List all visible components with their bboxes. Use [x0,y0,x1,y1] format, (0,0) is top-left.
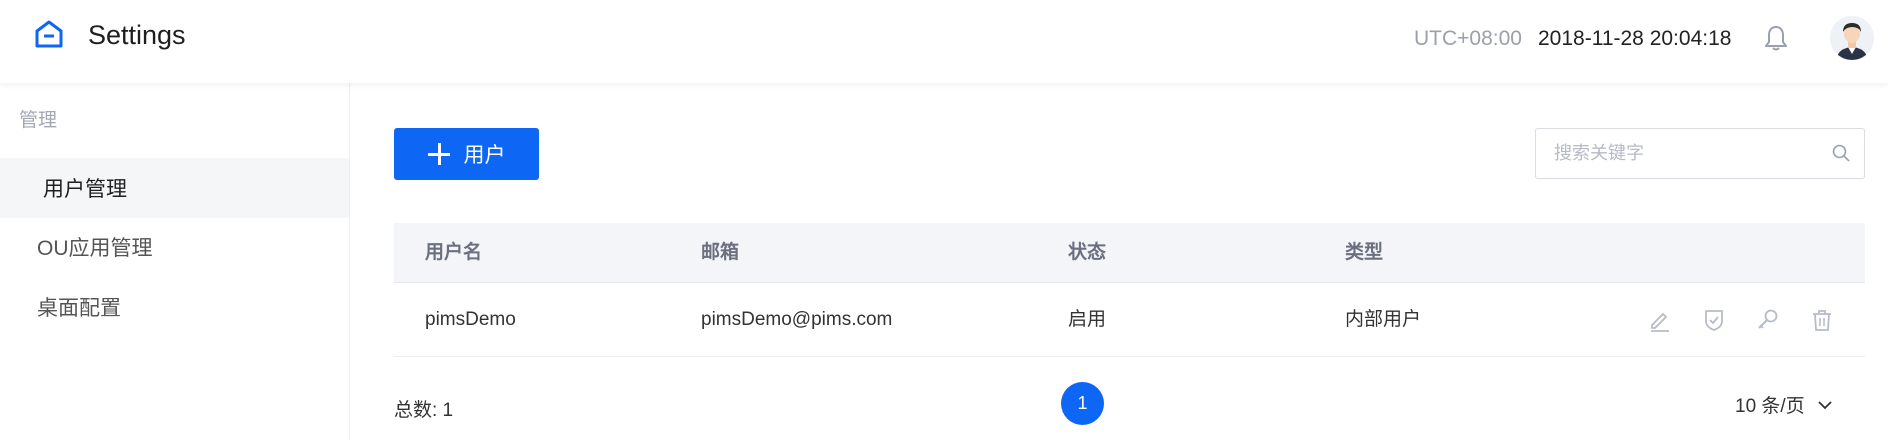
avatar-icon [1830,16,1874,60]
search-box [1535,128,1865,179]
page-size-select[interactable]: 10 条/页 [1735,391,1833,418]
total-count: 总数: 1 [394,400,454,421]
page-button-current[interactable]: 1 [1061,382,1104,425]
column-header-type: 类型 [1345,242,1384,263]
chevron-down-icon [1818,400,1832,409]
bell-icon[interactable] [1762,23,1790,53]
row-actions [1647,307,1835,333]
cell-status: 启用 [1068,309,1107,330]
shield-check-icon[interactable] [1701,307,1727,333]
plus-icon [427,143,450,165]
sidebar-item-label: 用户管理 [43,178,127,201]
home-logo-icon[interactable] [33,18,65,50]
table-row[interactable]: pimsDemo pimsDemo@pims.com 启用 内部用户 [394,283,1865,357]
add-user-button[interactable]: 用户 [394,128,539,180]
main-content: 用户 用户名 邮箱 状态 类型 pimsDemo pimsDemo@pims.c… [351,83,1888,440]
cell-username: pimsDemo [425,309,516,330]
current-datetime: 2018-11-28 20:04:18 [1538,27,1732,50]
column-header-status: 状态 [1068,242,1107,263]
sidebar-item-user-management[interactable]: 用户管理 [0,158,349,218]
app-title: Settings [88,20,186,50]
column-header-email: 邮箱 [701,242,740,263]
column-header-username: 用户名 [425,242,483,263]
sidebar-item-label: OU应用管理 [37,237,153,260]
top-header: Settings UTC+08:00 2018-11-28 20:04:18 [0,0,1888,83]
edit-icon[interactable] [1647,307,1673,333]
page-size-value: 10 条/页 [1735,396,1805,417]
user-avatar[interactable] [1830,16,1874,60]
sidebar-item-ou-app-management[interactable]: OU应用管理 [0,217,349,277]
key-icon[interactable] [1755,307,1781,333]
search-icon[interactable] [1832,144,1850,162]
sidebar: 管理 用户管理 OU应用管理 桌面配置 [0,83,350,440]
search-input[interactable] [1536,129,1826,178]
cell-email: pimsDemo@pims.com [701,309,893,330]
sidebar-item-desktop-config[interactable]: 桌面配置 [0,277,349,337]
timezone-label: UTC+08:00 [1414,27,1522,50]
sidebar-item-label: 桌面配置 [37,297,121,320]
sidebar-group-label: 管理 [19,110,58,131]
add-user-label: 用户 [463,144,506,167]
user-table: 用户名 邮箱 状态 类型 pimsDemo pimsDemo@pims.com … [394,223,1865,357]
cell-type: 内部用户 [1345,309,1422,330]
delete-icon[interactable] [1809,307,1835,333]
table-header: 用户名 邮箱 状态 类型 [394,223,1865,283]
